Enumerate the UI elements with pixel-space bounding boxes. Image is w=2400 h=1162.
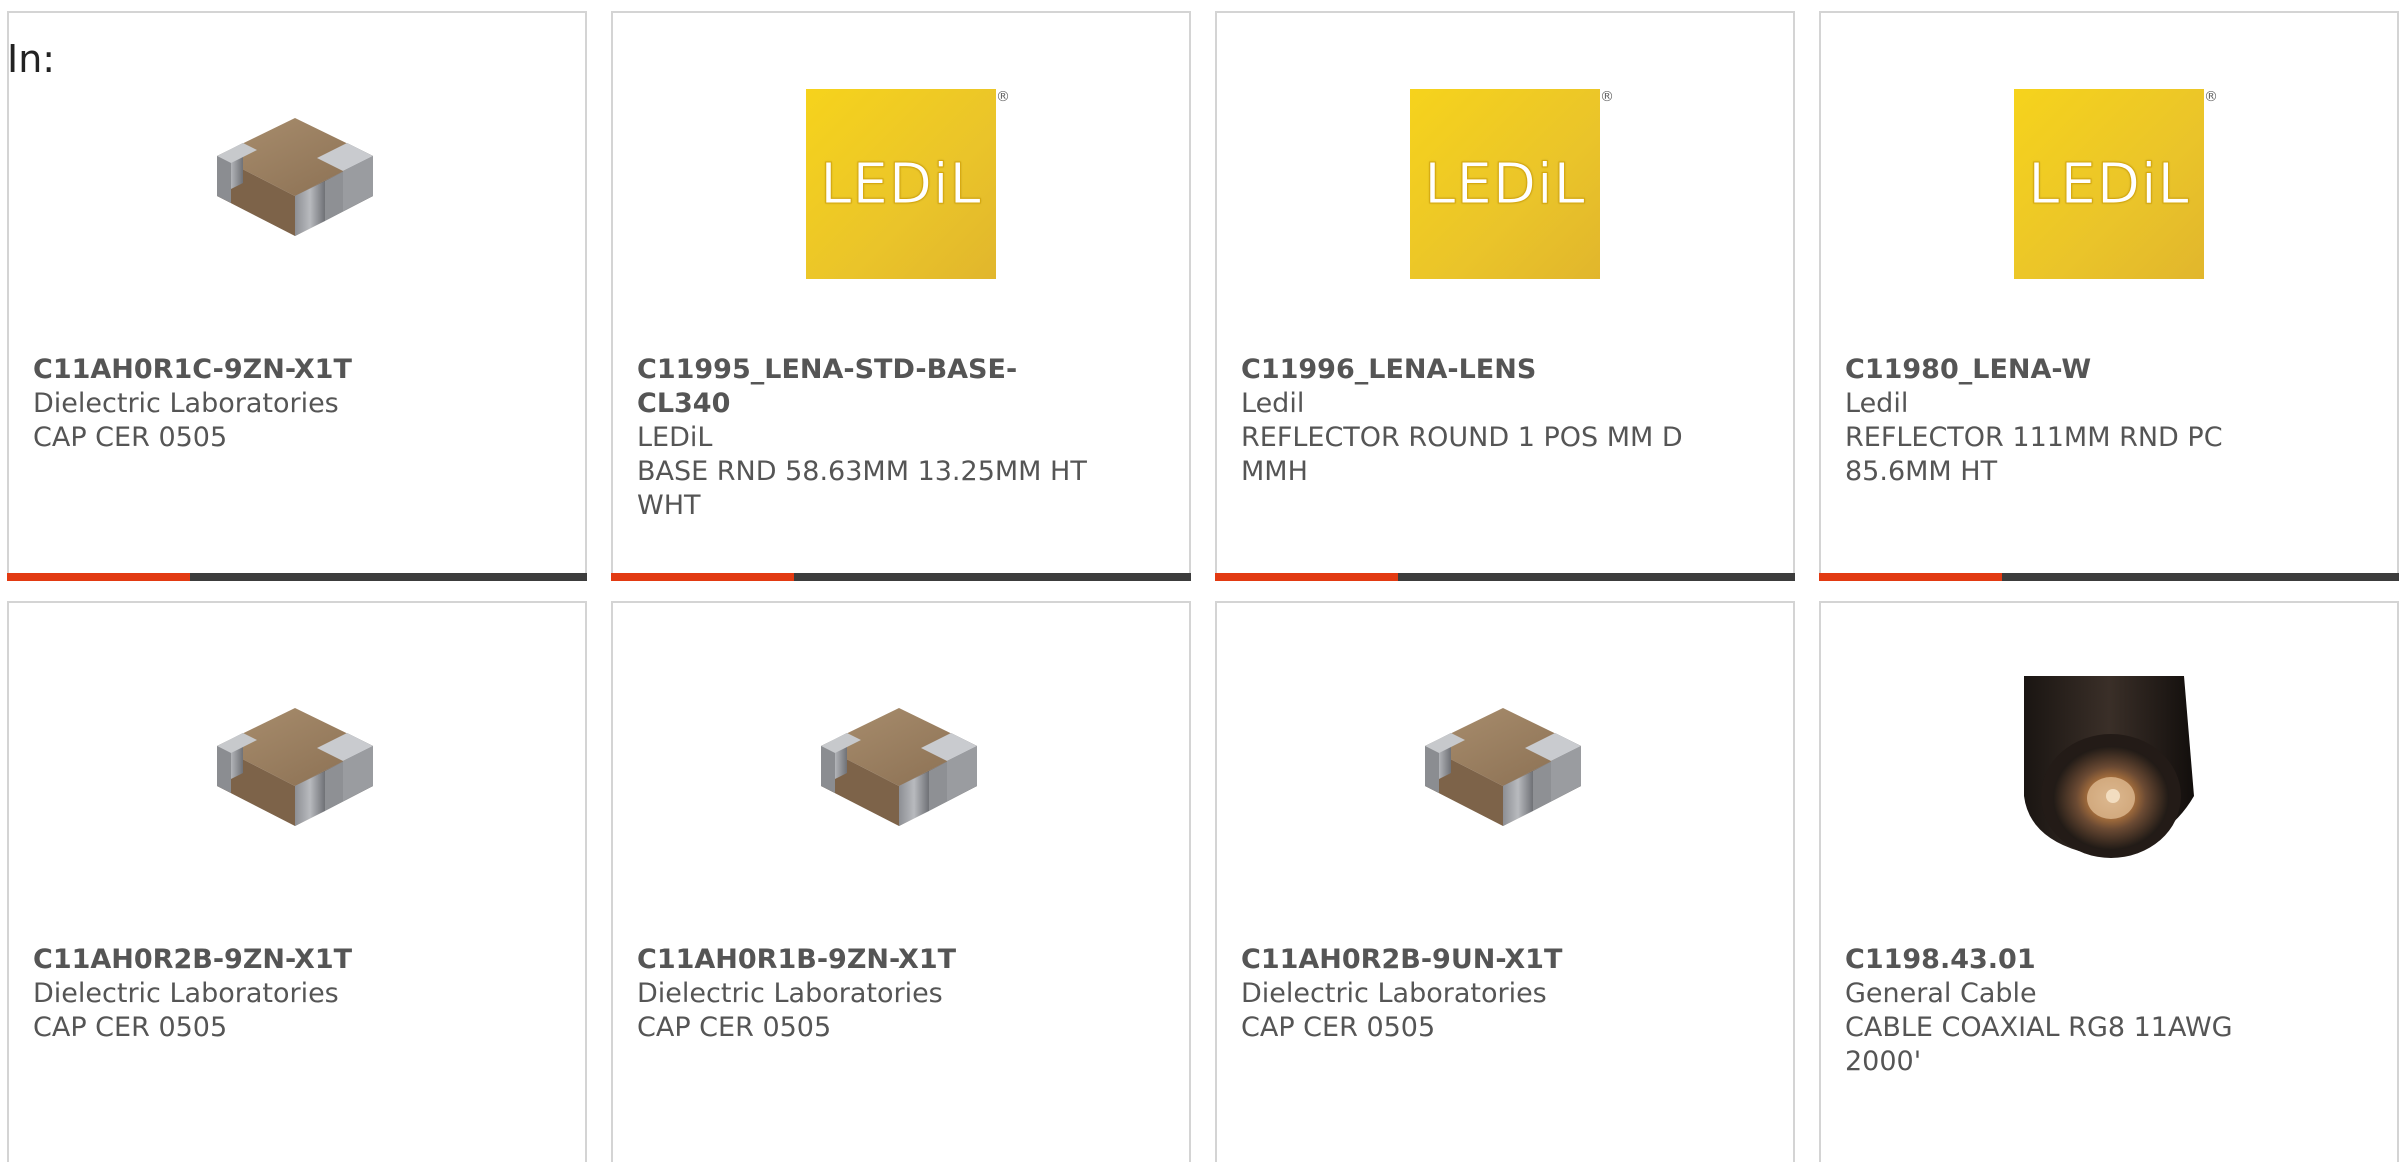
manufacturer: General Cable xyxy=(1845,978,2037,1009)
card-accent-bar xyxy=(1215,573,1795,581)
ceramic-capacitor-image xyxy=(1405,676,1605,872)
description: CAP CER 0505 xyxy=(637,1012,832,1043)
registered-mark: ® xyxy=(1600,89,1614,105)
part-number[interactable]: C1198.43.01 xyxy=(1845,943,2305,977)
product-card[interactable]: LEDiL ® C11995_LENA-STD-BASE-CL340 LEDiL… xyxy=(611,11,1191,581)
product-grid-row-2: C11AH0R2B-9ZN-X1T Dielectric Laboratorie… xyxy=(7,601,2400,1162)
registered-mark: ® xyxy=(996,89,1010,105)
description: BASE RND 58.63MM 13.25MM HT WHT xyxy=(637,456,1087,521)
manufacturer: Ledil xyxy=(1845,388,1909,419)
part-number[interactable]: C11996_LENA-LENS xyxy=(1241,353,1701,387)
product-card[interactable]: LEDiL ® C11996_LENA-LENS Ledil REFLECTOR… xyxy=(1215,11,1795,581)
logo-text: LEDiL xyxy=(820,151,982,217)
manufacturer: Dielectric Laboratories xyxy=(33,388,339,419)
ledil-logo-image: LEDiL ® xyxy=(2009,86,2218,282)
card-accent-bar xyxy=(611,573,1191,581)
capacitor-chip-icon xyxy=(821,708,977,826)
manufacturer: Dielectric Laboratories xyxy=(637,978,943,1009)
card-accent-bar xyxy=(7,573,587,581)
description: CAP CER 0505 xyxy=(33,1012,228,1043)
part-number[interactable]: C11AH0R2B-9UN-X1T xyxy=(1241,943,1701,977)
logo-text: LEDiL xyxy=(1424,151,1586,217)
description: REFLECTOR ROUND 1 POS MM D MMH xyxy=(1241,422,1683,487)
part-number[interactable]: C11980_LENA-W xyxy=(1845,353,2305,387)
coaxial-cable-image xyxy=(2009,676,2209,872)
product-card[interactable]: C11AH0R2B-9UN-X1T Dielectric Laboratorie… xyxy=(1215,601,1795,1162)
manufacturer: Dielectric Laboratories xyxy=(33,978,339,1009)
product-card[interactable]: C1198.43.01 General Cable CABLE COAXIAL … xyxy=(1819,601,2399,1162)
manufacturer: Ledil xyxy=(1241,388,1305,419)
part-number[interactable]: C11AH0R1B-9ZN-X1T xyxy=(637,943,1097,977)
product-grid: C11AH0R1C-9ZN-X1T Dielectric Laboratorie… xyxy=(7,11,2400,581)
description: REFLECTOR 111MM RND PC 85.6MM HT xyxy=(1845,422,2223,487)
card-accent-bar xyxy=(1819,573,2399,581)
ceramic-capacitor-image xyxy=(197,86,397,282)
description: CAP CER 0505 xyxy=(1241,1012,1436,1043)
product-card[interactable]: LEDiL ® C11980_LENA-W Ledil REFLECTOR 11… xyxy=(1819,11,2399,581)
registered-mark: ® xyxy=(2204,89,2218,105)
product-card[interactable]: C11AH0R2B-9ZN-X1T Dielectric Laboratorie… xyxy=(7,601,587,1162)
capacitor-chip-icon xyxy=(217,118,373,236)
product-card[interactable]: C11AH0R1B-9ZN-X1T Dielectric Laboratorie… xyxy=(611,601,1191,1162)
ceramic-capacitor-image xyxy=(801,676,1001,872)
description: CAP CER 0505 xyxy=(33,422,228,453)
part-number[interactable]: C11995_LENA-STD-BASE-CL340 xyxy=(637,353,1097,421)
ledil-logo-image: LEDiL ® xyxy=(1405,86,1614,282)
capacitor-chip-icon xyxy=(217,708,373,826)
capacitor-chip-icon xyxy=(1425,708,1581,826)
description: CABLE COAXIAL RG8 11AWG 2000' xyxy=(1845,1012,2233,1077)
in-label: In: xyxy=(7,37,56,81)
logo-text: LEDiL xyxy=(2028,151,2190,217)
part-number[interactable]: C11AH0R2B-9ZN-X1T xyxy=(33,943,493,977)
ceramic-capacitor-image xyxy=(197,676,397,872)
manufacturer: LEDiL xyxy=(637,422,713,453)
product-card[interactable]: C11AH0R1C-9ZN-X1T Dielectric Laboratorie… xyxy=(7,11,587,581)
ledil-logo-image: LEDiL ® xyxy=(801,86,1010,282)
part-number[interactable]: C11AH0R1C-9ZN-X1T xyxy=(33,353,493,387)
coaxial-cable-icon xyxy=(2024,676,2194,858)
manufacturer: Dielectric Laboratories xyxy=(1241,978,1547,1009)
product-grid-page: In: C11AH0R1C-9ZN-X1T Dielectric Laborat… xyxy=(0,0,2400,1162)
